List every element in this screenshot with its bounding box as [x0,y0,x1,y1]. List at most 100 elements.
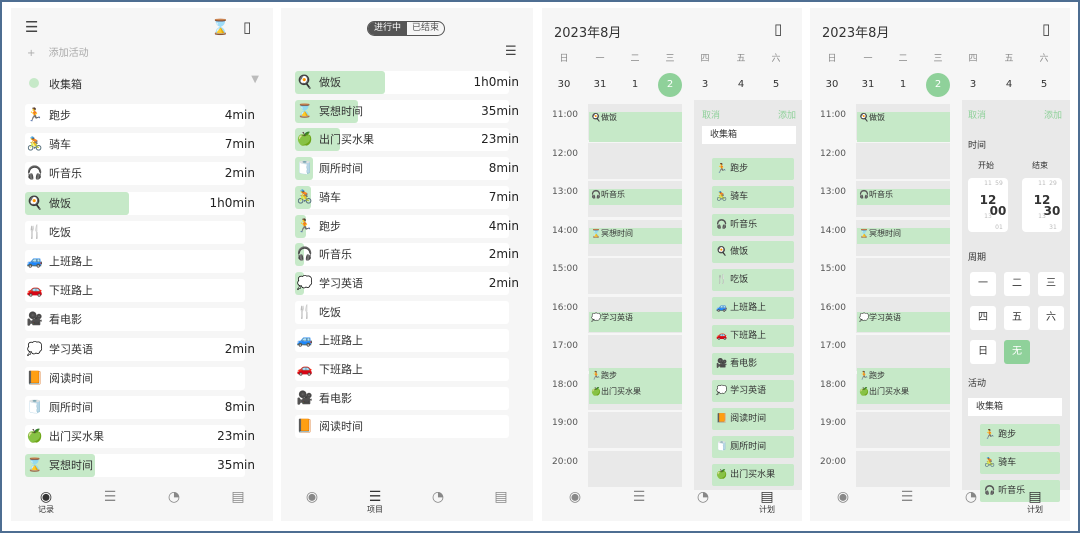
activity-item[interactable]: 🏃 跑步 [980,424,1060,446]
list-item[interactable]: 🍏 出门买水果 23min [295,128,521,152]
time-slot[interactable] [856,450,950,487]
inbox-field[interactable]: 收集箱 [968,398,1062,416]
list-item[interactable]: 🧻 厕所时间 8min [25,396,257,419]
picker-item[interactable]: 🏃 跑步 [712,158,794,180]
week-button[interactable]: 一 [970,272,996,296]
date-cell[interactable]: 1 [623,73,647,97]
time-slot[interactable] [588,258,682,294]
picker-item[interactable]: 🚙 上班路上 [712,297,794,319]
add-button[interactable]: 添加 [1044,108,1062,121]
date-cell[interactable]: 31 [588,73,612,97]
calendar-event[interactable]: 🎧听音乐 [857,189,950,205]
picker-item[interactable]: 🚴 骑车 [712,185,794,208]
list-item[interactable]: 🚗 下班路上 [25,279,257,303]
week-button[interactable]: 三 [1038,272,1064,296]
seg-active[interactable]: 进行中 [368,22,408,35]
inbox-field[interactable]: 收集箱 [702,126,796,144]
nav-record[interactable]: ◉ 记录 [31,489,61,515]
list-item[interactable]: 🎧 听音乐 2min [295,243,521,267]
notebook-icon[interactable]: ▯ [1042,20,1050,38]
week-button[interactable]: 日 [970,340,996,364]
nav-items[interactable]: ☰ 项目 [360,489,390,515]
list-item[interactable]: 🍳 做饭 1h0min [25,191,257,215]
nav-list-icon[interactable]: ☰ [624,489,654,505]
list-item[interactable]: 🍏 出门买水果 23min [25,425,257,449]
date-cell[interactable]: 30 [820,73,844,97]
add-button[interactable]: 添加 [778,108,796,121]
notebook-icon[interactable]: ▯ [243,18,251,36]
list-item[interactable]: 🧻 厕所时间 8min [295,157,521,181]
calendar-event[interactable]: 🏃跑步 [857,370,950,386]
calendar-event[interactable]: 🍳做饭 [857,112,950,142]
list-item[interactable]: 🍴 吃饭 [25,220,257,244]
nav-record-icon[interactable]: ◉ [828,489,858,505]
nav-pie-icon[interactable]: ◔ [159,489,189,505]
date-cell[interactable]: 2 [926,73,950,97]
picker-item[interactable]: 🎧 听音乐 [712,213,794,236]
activity-item[interactable]: 🚴 骑车 [980,452,1060,474]
nav-pie-icon[interactable]: ◔ [956,489,986,505]
time-slot[interactable] [588,412,682,448]
week-button[interactable]: 五 [1004,306,1030,330]
date-cell[interactable]: 1 [891,73,915,97]
calendar-event[interactable]: 🏃跑步 [589,370,682,386]
nav-plan-icon[interactable]: ▤ [486,489,516,505]
calendar-event[interactable]: 🍏出门买水果 [857,386,950,404]
week-button[interactable]: 无 [1004,340,1030,364]
list-item[interactable]: 🚙 上班路上 [25,250,257,273]
list-item[interactable]: 🚙 上班路上 [295,329,521,353]
picker-item[interactable]: 🚗 下班路上 [712,324,794,347]
date-cell[interactable]: 3 [693,73,717,97]
nav-pie-icon[interactable]: ◔ [423,489,453,505]
time-slot[interactable] [856,412,950,448]
notebook-icon[interactable]: ▯ [774,20,782,38]
nav-list-icon[interactable]: ☰ [892,489,922,505]
calendar-event[interactable]: 💭学习英语 [589,312,682,332]
time-slot[interactable] [856,142,950,179]
date-cell[interactable]: 2 [658,73,682,97]
nav-plan-icon[interactable]: ▤ [223,489,253,505]
list-item[interactable]: 🎧 听音乐 2min [25,162,257,186]
date-cell[interactable]: 4 [997,73,1021,97]
hourglass-icon[interactable]: ⌛ [211,18,230,36]
sort-icon[interactable]: ☰ [505,44,517,59]
date-cell[interactable]: 4 [729,73,753,97]
nav-list-icon[interactable]: ☰ [95,489,125,505]
calendar-event[interactable]: ⌛冥想时间 [857,228,950,244]
week-button[interactable]: 六 [1038,306,1064,330]
list-item[interactable]: ⌛ 冥想时间 35min [295,99,521,123]
calendar-event[interactable]: 🎧听音乐 [589,189,682,205]
list-item[interactable]: 🎥 看电影 [295,386,521,410]
picker-item[interactable]: 🍴 吃饭 [712,269,794,292]
time-slot[interactable] [856,335,950,371]
calendar-event[interactable]: 🍏出门买水果 [589,386,682,404]
menu-icon[interactable]: ☰ [25,18,38,36]
picker-item[interactable]: 🎥 看电影 [712,352,794,375]
list-item[interactable]: 🏃 跑步 4min [25,104,257,127]
seg-done[interactable]: 已结束 [407,22,444,35]
week-button[interactable]: 二 [1004,272,1030,296]
list-item[interactable]: 🍴 吃饭 [295,300,521,324]
time-slot[interactable] [588,450,682,487]
cancel-button[interactable]: 取消 [968,108,986,121]
time-slot[interactable] [588,142,682,179]
list-item[interactable]: 🚴 骑车 7min [295,185,521,209]
list-item[interactable]: 💭 学习英语 2min [295,271,521,295]
week-button[interactable]: 四 [970,306,996,330]
picker-item[interactable]: 💭 学习英语 [712,380,794,403]
list-item[interactable]: 🚴 骑车 7min [25,133,257,157]
add-activity-row[interactable]: + 添加活动 [27,44,89,59]
calendar-event[interactable]: 🍳做饭 [589,112,682,142]
end-min[interactable]: 30 [1042,204,1062,218]
date-cell[interactable]: 30 [552,73,576,97]
list-item[interactable]: 🚗 下班路上 [295,358,521,381]
nav-record-icon[interactable]: ◉ [297,489,327,505]
list-item[interactable]: 🏃 跑步 4min [295,214,521,238]
list-item[interactable]: 🍳 做饭 1h0min [295,71,521,94]
inbox-row[interactable]: 收集箱 ▼ [25,72,261,94]
picker-item[interactable]: 📙 阅读时间 [712,408,794,431]
nav-pie-icon[interactable]: ◔ [688,489,718,505]
cancel-button[interactable]: 取消 [702,108,720,121]
date-cell[interactable]: 5 [1032,73,1056,97]
picker-item[interactable]: 🧻 厕所时间 [712,436,794,458]
